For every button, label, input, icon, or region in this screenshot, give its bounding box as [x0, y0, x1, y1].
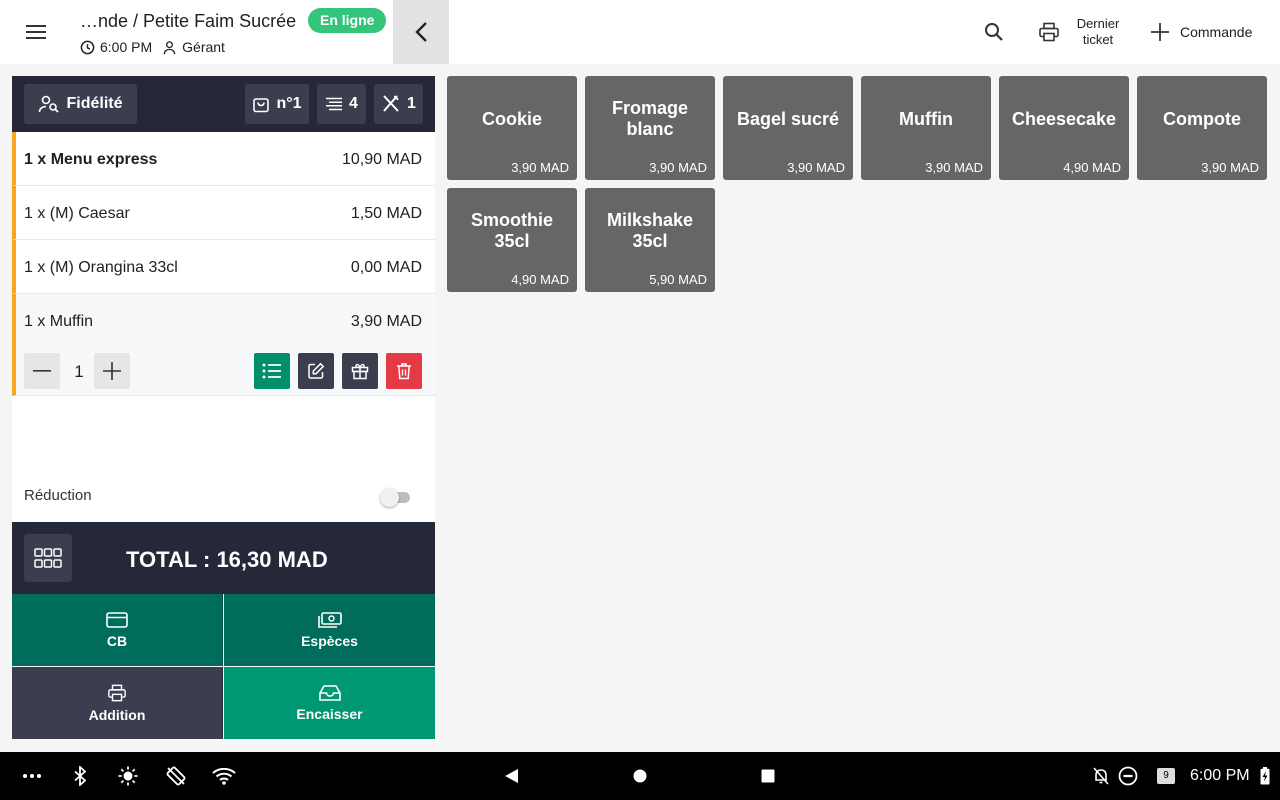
- system-navigation-bar: 9 6:00 PM: [0, 752, 1280, 800]
- cash-drawer-icon: [318, 684, 341, 701]
- product-tile[interactable]: Milkshake 35cl 5,90 MAD: [585, 188, 715, 292]
- system-clock: 6:00 PM: [1190, 767, 1250, 784]
- quantity-value: 1: [74, 362, 84, 381]
- product-tile[interactable]: Bagel sucré 3,90 MAD: [723, 76, 853, 180]
- loyalty-button[interactable]: Fidélité: [24, 84, 137, 124]
- order-meta: 6:00 PM Gérant: [80, 38, 225, 56]
- top-app-bar: …nde / Petite Faim Sucrée En ligne 6:00 …: [0, 0, 1280, 64]
- order-number: n°1: [276, 95, 302, 112]
- plus-icon: [1151, 23, 1169, 41]
- search-icon: [985, 23, 1003, 41]
- order-line[interactable]: 1 x (M) Caesar 1,50 MAD: [12, 186, 435, 240]
- list-icon: [262, 363, 281, 379]
- gift-icon: [351, 363, 369, 380]
- total-bar: TOTAL : 16,30 MAD: [12, 522, 435, 594]
- order-time: 6:00 PM: [100, 39, 153, 55]
- card-payment-button[interactable]: CB: [12, 594, 223, 666]
- wifi-icon[interactable]: [212, 764, 236, 788]
- product-tile[interactable]: Cheesecake 4,90 MAD: [999, 76, 1129, 180]
- printer-icon: [1039, 22, 1059, 42]
- item-count-button[interactable]: 4: [317, 84, 366, 124]
- lines-icon: [325, 97, 343, 111]
- do-not-disturb-icon[interactable]: [1116, 764, 1140, 788]
- bluetooth-icon[interactable]: [68, 764, 92, 788]
- collapse-panel-button[interactable]: [393, 0, 449, 64]
- hamburger-menu-icon: [26, 25, 46, 39]
- grid-icon: [34, 548, 62, 568]
- back-nav-icon[interactable]: [499, 764, 523, 788]
- new-order-label: Commande: [1180, 24, 1253, 40]
- user-role: Gérant: [182, 39, 225, 55]
- product-tile[interactable]: Fromage blanc 3,90 MAD: [585, 76, 715, 180]
- user-search-icon: [38, 95, 60, 113]
- covers-button[interactable]: 1: [374, 84, 423, 124]
- edit-button[interactable]: [298, 353, 334, 389]
- order-line[interactable]: 1 x (M) Orangina 33cl 0,00 MAD: [12, 240, 435, 294]
- new-order-button[interactable]: Commande: [1150, 14, 1252, 50]
- order-line-selected[interactable]: 1 x Muffin 3,90 MAD 1: [12, 294, 435, 396]
- order-total: TOTAL : 16,30 MAD: [126, 547, 328, 572]
- notification-count-badge: 9: [1157, 768, 1175, 784]
- utensils-icon: [381, 94, 401, 114]
- last-ticket-label: Dernier ticket: [1076, 16, 1120, 47]
- trash-icon: [397, 363, 411, 380]
- product-tile[interactable]: Cookie 3,90 MAD: [447, 76, 577, 180]
- cash-payment-button[interactable]: Espèces: [224, 594, 435, 666]
- edit-icon: [308, 362, 325, 379]
- page-title: …nde / Petite Faim Sucrée: [80, 11, 297, 31]
- recents-nav-icon[interactable]: [756, 764, 780, 788]
- gift-button[interactable]: [342, 353, 378, 389]
- minus-icon: [33, 370, 51, 372]
- options-button[interactable]: [254, 353, 290, 389]
- product-tile[interactable]: Muffin 3,90 MAD: [861, 76, 991, 180]
- discount-toggle[interactable]: [380, 488, 412, 507]
- product-tile[interactable]: Compote 3,90 MAD: [1137, 76, 1267, 180]
- menu-button[interactable]: [16, 12, 56, 52]
- discount-label: Réduction: [24, 487, 92, 504]
- status-badge: En ligne: [308, 8, 387, 33]
- chevron-left-icon: [415, 22, 427, 42]
- increase-qty-button[interactable]: [94, 353, 130, 389]
- order-lines: 1 x Menu express 10,90 MAD 1 x (M) Caesa…: [12, 132, 435, 522]
- battery-charging-icon: [1258, 764, 1272, 788]
- order-number-button[interactable]: n°1: [245, 84, 309, 124]
- screen-rotation-off-icon[interactable]: [164, 764, 188, 788]
- notifications-off-icon[interactable]: [1090, 764, 1112, 788]
- last-ticket-button[interactable]: Dernier ticket: [1038, 14, 1124, 50]
- delete-button[interactable]: [386, 353, 422, 389]
- checkout-button[interactable]: Encaisser: [224, 667, 435, 739]
- user-icon: [162, 40, 177, 55]
- covers-count: 1: [407, 95, 416, 112]
- shopping-bag-icon: [252, 95, 270, 113]
- order-line[interactable]: 1 x Menu express 10,90 MAD: [12, 132, 435, 186]
- plus-icon: [103, 362, 121, 380]
- product-tile[interactable]: Smoothie 35cl 4,90 MAD: [447, 188, 577, 292]
- keypad-button[interactable]: [24, 534, 72, 582]
- search-button[interactable]: [974, 12, 1014, 52]
- loyalty-label: Fidélité: [66, 95, 123, 112]
- cash-icon: [317, 611, 342, 628]
- decrease-qty-button[interactable]: [24, 353, 60, 389]
- clock-icon: [80, 40, 95, 55]
- item-count: 4: [349, 95, 358, 112]
- order-toolbar: Fidélité n°1 4 1: [12, 76, 435, 132]
- home-nav-icon[interactable]: [628, 764, 652, 788]
- brightness-icon[interactable]: [116, 764, 140, 788]
- printer-icon: [107, 684, 127, 702]
- credit-card-icon: [106, 611, 128, 628]
- bill-button[interactable]: Addition: [12, 667, 223, 739]
- more-icon[interactable]: [20, 764, 44, 788]
